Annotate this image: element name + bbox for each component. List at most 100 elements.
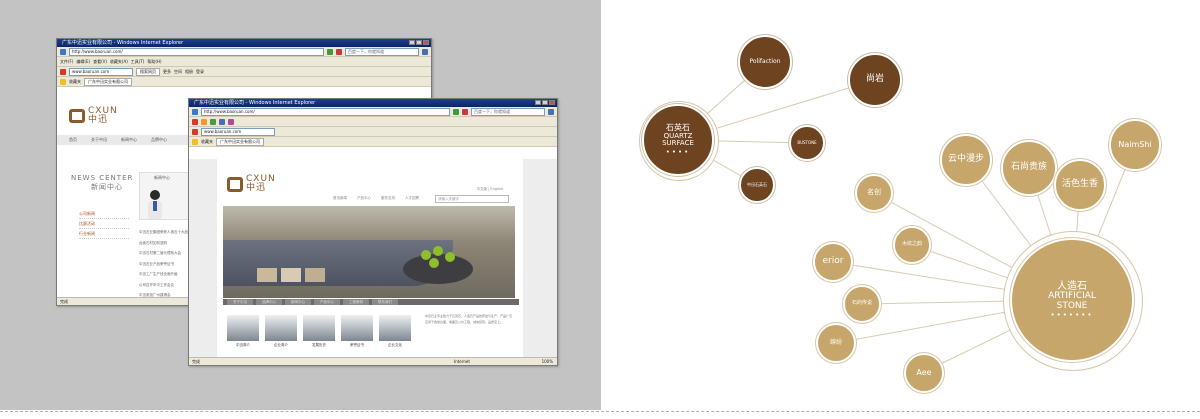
favorites-star-icon[interactable] bbox=[192, 138, 198, 145]
minimize-button[interactable] bbox=[409, 40, 415, 45]
toolbar-album[interactable]: 相册 bbox=[185, 69, 193, 75]
brand-bubble[interactable]: 中迅石英石 bbox=[739, 167, 775, 203]
list-item[interactable]: 公司召开年中工作会议 bbox=[139, 280, 192, 291]
stone-swatch[interactable] bbox=[305, 268, 325, 282]
logo-mark-icon bbox=[69, 109, 85, 123]
site-logo[interactable]: CXUN 中迅 bbox=[227, 175, 276, 193]
section-tab[interactable]: 品牌中心 bbox=[256, 299, 282, 305]
page-tab[interactable]: 广东中迅实业有限公司 bbox=[216, 137, 264, 146]
language-links[interactable]: 中文版 | English bbox=[476, 187, 503, 192]
menu-tools[interactable]: 工具(T) bbox=[131, 59, 145, 65]
list-item[interactable]: 中迅工厂生产线全面升级 bbox=[139, 269, 192, 280]
list-item[interactable]: 中迅石业产品荣誉证书 bbox=[139, 259, 192, 270]
tab-row: 收藏夹 广东中迅实业有限公司 bbox=[189, 137, 557, 147]
menu-help[interactable]: 帮助(H) bbox=[147, 59, 161, 65]
stop-icon[interactable] bbox=[462, 108, 468, 115]
brand-bubble[interactable]: 木纹之韵 bbox=[893, 226, 931, 264]
zoom-level[interactable]: 100% bbox=[542, 358, 553, 365]
side-item[interactable]: 公司新闻 bbox=[79, 209, 129, 219]
brand-bubble[interactable]: 名创 bbox=[855, 174, 893, 212]
search-icon[interactable] bbox=[548, 108, 554, 115]
search-field[interactable]: 百度一下，你就知道 bbox=[345, 47, 419, 56]
favorites-label[interactable]: 收藏夹 bbox=[201, 139, 213, 145]
top-nav-item[interactable]: 人才招聘 bbox=[405, 196, 419, 201]
brand-label: BUSTONE bbox=[797, 139, 817, 145]
brand-bubble[interactable]: 尚岩 bbox=[848, 53, 902, 107]
list-item[interactable]: 中迅石材第二届代理商大会 bbox=[139, 248, 192, 259]
page-tab[interactable]: 广东中迅实业有限公司 bbox=[84, 77, 132, 86]
section-tab[interactable]: 产品中心 bbox=[314, 299, 340, 305]
maximize-button[interactable] bbox=[416, 40, 422, 45]
top-nav-item[interactable]: 产品中心 bbox=[357, 196, 371, 201]
toolbar-more[interactable]: 更多 bbox=[163, 69, 171, 75]
site-logo[interactable]: CXUN 中迅 bbox=[69, 107, 118, 125]
search-field[interactable]: 百度一下，你就知道 bbox=[471, 107, 545, 116]
thumbnail[interactable]: 企业简介 bbox=[265, 315, 297, 347]
brand-bubble[interactable]: 云中漫步 bbox=[940, 134, 992, 186]
favorites-star-icon[interactable] bbox=[60, 78, 66, 85]
status-bar: 完成 Internet 100% bbox=[189, 357, 557, 365]
brand-bubble[interactable]: Aee bbox=[904, 353, 944, 393]
section-tab[interactable]: 联系我们 bbox=[372, 299, 398, 305]
toolbar-search[interactable]: 搜索网页 bbox=[136, 67, 160, 76]
side-item[interactable]: 比赛活动 bbox=[79, 219, 129, 229]
menu-file[interactable]: 文件(F) bbox=[60, 59, 73, 65]
nav-news[interactable]: 新闻中心 bbox=[121, 135, 137, 145]
toolbar-icon[interactable] bbox=[201, 118, 207, 125]
toolbar-icon[interactable] bbox=[219, 118, 225, 125]
side-item[interactable]: 行业新闻 bbox=[79, 229, 129, 239]
thumbnail[interactable]: 发展历史 bbox=[303, 315, 335, 347]
hub-quartz-surface[interactable]: 石英石 QUARTZ SURFACE •••• bbox=[642, 104, 714, 176]
stone-swatch[interactable] bbox=[257, 268, 277, 282]
menu-edit[interactable]: 编辑(E) bbox=[76, 59, 90, 65]
hub-artificial-stone[interactable]: 人造石 ARTIFICIAL STONE ••••••• bbox=[1010, 238, 1134, 362]
thumbnail[interactable]: 中迅简介 bbox=[227, 315, 259, 347]
stop-icon[interactable] bbox=[336, 48, 342, 55]
nav-brands[interactable]: 品牌中心 bbox=[151, 135, 167, 145]
toolbar-login[interactable]: 登录 bbox=[196, 69, 204, 75]
refresh-icon[interactable] bbox=[327, 48, 333, 55]
address-field[interactable]: http://www.baoruan.com/ bbox=[69, 47, 324, 56]
site-search-input[interactable]: 请输入关键字 bbox=[435, 195, 509, 203]
stone-swatch[interactable] bbox=[281, 268, 301, 282]
close-button[interactable] bbox=[549, 100, 555, 105]
thumbnail[interactable]: 企业文化 bbox=[379, 315, 411, 347]
maximize-button[interactable] bbox=[542, 100, 548, 105]
toolbar-url[interactable]: www.baoruan.com bbox=[201, 127, 275, 136]
refresh-icon[interactable] bbox=[453, 108, 459, 115]
address-field[interactable]: http://www.baoruan.com/ bbox=[201, 107, 450, 116]
minimize-button[interactable] bbox=[535, 100, 541, 105]
top-nav-item[interactable]: 服务支持 bbox=[381, 196, 395, 201]
close-button[interactable] bbox=[423, 40, 429, 45]
back-icon[interactable] bbox=[192, 108, 198, 115]
thumbnail[interactable]: 荣誉证书 bbox=[341, 315, 373, 347]
menu-favorites[interactable]: 收藏夹(A) bbox=[110, 59, 128, 65]
menu-view[interactable]: 查看(V) bbox=[93, 59, 107, 65]
nav-about[interactable]: 关于中迅 bbox=[91, 135, 107, 145]
toolbar-icon[interactable] bbox=[210, 118, 216, 125]
top-nav-item[interactable]: 首页新闻 bbox=[333, 196, 347, 201]
section-tab[interactable]: 关于中迅 bbox=[227, 299, 253, 305]
brand-bubble[interactable]: Polifaction bbox=[738, 35, 792, 89]
toolbar-url[interactable]: www.baoruan.com bbox=[69, 67, 133, 76]
section-tab[interactable]: 工程案例 bbox=[343, 299, 369, 305]
toolbar-space[interactable]: 空间 bbox=[174, 69, 182, 75]
brand-label: Polifaction bbox=[749, 57, 781, 65]
brand-label: 云中漫步 bbox=[947, 154, 984, 165]
brand-bubble[interactable]: erior bbox=[813, 242, 853, 282]
brand-bubble[interactable]: 石的传说 bbox=[843, 285, 881, 323]
hub-dots: ••••••• bbox=[1050, 311, 1094, 320]
brand-bubble[interactable]: BUSTONE bbox=[789, 125, 825, 161]
favorites-label[interactable]: 收藏夹 bbox=[69, 79, 81, 85]
search-icon[interactable] bbox=[422, 48, 428, 55]
brand-bubble[interactable]: NaimShi bbox=[1109, 119, 1161, 171]
brand-bubble[interactable]: 石尚贵族 bbox=[1001, 140, 1057, 196]
nav-home[interactable]: 首页 bbox=[69, 135, 77, 145]
list-item[interactable]: 中迅石业集团荣获人造石十大品牌 bbox=[139, 227, 192, 238]
brand-bubble[interactable]: 缤纷 bbox=[816, 323, 856, 363]
toolbar-icon[interactable] bbox=[228, 118, 234, 125]
back-icon[interactable] bbox=[60, 48, 66, 55]
brand-bubble[interactable]: 活色生香 bbox=[1054, 159, 1106, 211]
section-tab[interactable]: 新闻中心 bbox=[285, 299, 311, 305]
list-item[interactable]: 台面石材如何选购 bbox=[139, 238, 192, 249]
